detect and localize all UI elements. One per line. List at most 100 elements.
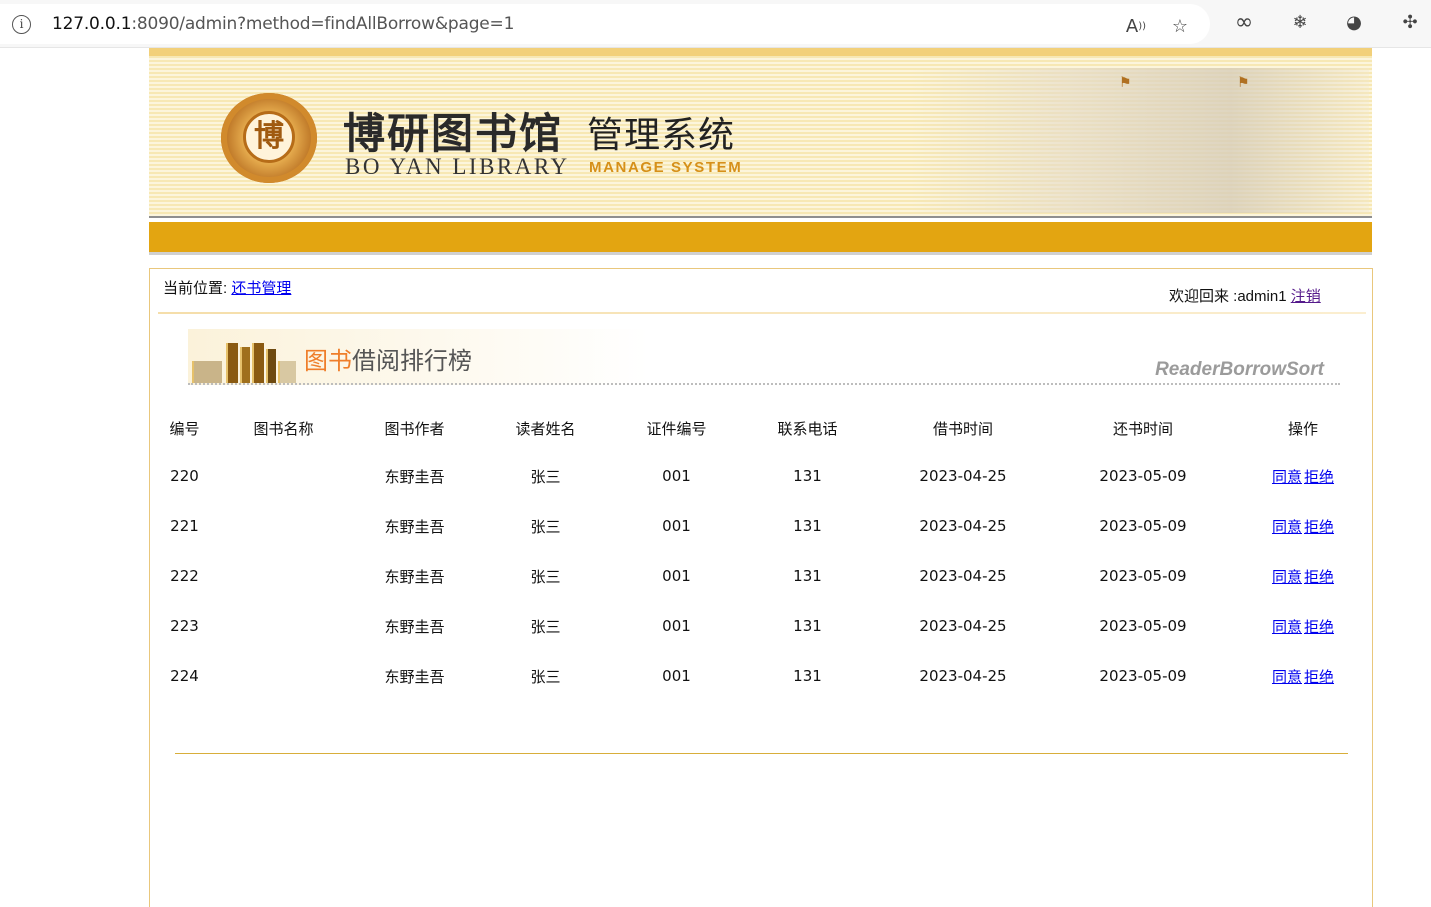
extension-2-icon[interactable]: ◕ <box>1342 11 1366 35</box>
reject-link[interactable]: 拒绝 <box>1304 668 1334 686</box>
cell-card: 001 <box>662 567 691 585</box>
main-content: 当前位置: 还书管理 欢迎回来 :admin1 注销 图书借阅排行榜 Reade… <box>149 268 1373 907</box>
table-row: 221 东野圭吾 张三 001 131 2023-04-25 2023-05-0… <box>158 501 1366 551</box>
cell-reader: 张三 <box>530 617 561 636</box>
agree-link[interactable]: 同意 <box>1272 618 1302 636</box>
info-icon[interactable]: i <box>12 15 31 34</box>
cell-phone: 131 <box>793 667 822 685</box>
extension-icon[interactable]: ❄ <box>1288 11 1312 35</box>
flag-icon: ⚑ <box>1119 74 1132 90</box>
cell-borrow-date: 2023-04-25 <box>919 467 1007 485</box>
cell-book <box>211 451 356 501</box>
breadcrumb-label: 当前位置: <box>163 280 228 297</box>
reject-link[interactable]: 拒绝 <box>1304 618 1334 636</box>
address-bar[interactable]: i 127.0.0.1:8090/admin?method=findAllBor… <box>0 4 1210 44</box>
reject-link[interactable]: 拒绝 <box>1304 568 1334 586</box>
agree-link[interactable]: 同意 <box>1272 668 1302 686</box>
puzzle-icon[interactable]: ✣ <box>1398 11 1422 35</box>
agree-link[interactable]: 同意 <box>1272 518 1302 536</box>
ranking-subtitle-en: ReaderBorrowSort <box>1155 359 1324 380</box>
library-building-image <box>909 68 1369 213</box>
column-header: 还书时间 <box>1112 419 1173 438</box>
cell-borrow-date: 2023-04-25 <box>919 517 1007 535</box>
favorite-add-icon[interactable]: ☆ <box>1168 15 1192 39</box>
url-host: 127.0.0.1 <box>52 14 132 34</box>
cell-borrow-date: 2023-04-25 <box>919 667 1007 685</box>
reject-link[interactable]: 拒绝 <box>1304 518 1334 536</box>
cell-author: 东野圭吾 <box>384 567 445 586</box>
cell-book <box>211 501 356 551</box>
books-icon <box>192 339 302 383</box>
agree-link[interactable]: 同意 <box>1272 568 1302 586</box>
breadcrumb-link-return-management[interactable]: 还书管理 <box>231 280 291 297</box>
cell-borrow-date: 2023-04-25 <box>919 567 1007 585</box>
cell-author: 东野圭吾 <box>384 517 445 536</box>
column-header: 编号 <box>169 419 200 438</box>
cell-return-date: 2023-05-09 <box>1099 467 1187 485</box>
infinity-icon[interactable]: ∞ <box>1232 11 1256 35</box>
page-container: ⚑ ⚑ 博 博研图书馆 管理系统 BO YAN LIBRARY MANAGE S… <box>149 48 1373 907</box>
library-seal-logo: 博 <box>221 93 317 183</box>
table-row: 224 东野圭吾 张三 001 131 2023-04-25 2023-05-0… <box>158 651 1366 701</box>
borrow-ranking-banner: 图书借阅排行榜 ReaderBorrowSort <box>188 329 1340 385</box>
cell-phone: 131 <box>793 567 822 585</box>
ranking-title: 图书借阅排行榜 <box>304 341 472 376</box>
reject-link[interactable]: 拒绝 <box>1304 468 1334 486</box>
column-header: 借书时间 <box>932 419 993 438</box>
cell-phone: 131 <box>793 517 822 535</box>
cell-reader: 张三 <box>530 567 561 586</box>
cell-author: 东野圭吾 <box>384 667 445 686</box>
nav-bar <box>149 222 1372 255</box>
cell-id: 223 <box>170 617 199 635</box>
table-header-row: 编号 图书名称 图书作者 读者姓名 证件编号 联系电话 借书时间 还书时间 操作 <box>158 405 1366 451</box>
url-path: :8090/admin?method=findAllBorrow&page=1 <box>131 14 515 34</box>
cell-return-date: 2023-05-09 <box>1099 517 1187 535</box>
cell-author: 东野圭吾 <box>384 617 445 636</box>
cell-phone: 131 <box>793 467 822 485</box>
ranking-title-rest: 借阅排行榜 <box>352 347 472 375</box>
cell-id: 220 <box>170 467 199 485</box>
flag-icon: ⚑ <box>1237 74 1250 90</box>
breadcrumb: 当前位置: 还书管理 <box>163 277 291 298</box>
cell-actions: 同意 拒绝 <box>1240 451 1366 501</box>
cell-id: 222 <box>170 567 199 585</box>
cell-book <box>211 651 356 701</box>
cell-borrow-date: 2023-04-25 <box>919 617 1007 635</box>
column-header: 证件编号 <box>646 419 707 438</box>
cell-id: 221 <box>170 517 199 535</box>
cell-card: 001 <box>662 667 691 685</box>
cell-return-date: 2023-05-09 <box>1099 667 1187 685</box>
browser-toolbar: i 127.0.0.1:8090/admin?method=findAllBor… <box>0 0 1431 48</box>
cell-card: 001 <box>662 617 691 635</box>
welcome-message: 欢迎回来 :admin1 注销 <box>1169 285 1321 306</box>
header-banner: ⚑ ⚑ 博 博研图书馆 管理系统 BO YAN LIBRARY MANAGE S… <box>149 48 1372 218</box>
banner-top-strip <box>149 48 1372 56</box>
cell-actions: 同意 拒绝 <box>1240 601 1366 651</box>
table-row: 223 东野圭吾 张三 001 131 2023-04-25 2023-05-0… <box>158 601 1366 651</box>
divider <box>158 312 1366 314</box>
cell-id: 224 <box>170 667 199 685</box>
url-text[interactable]: 127.0.0.1:8090/admin?method=findAllBorro… <box>52 14 514 34</box>
cell-return-date: 2023-05-09 <box>1099 617 1187 635</box>
read-aloud-icon[interactable]: A)) <box>1124 15 1148 39</box>
cell-actions: 同意 拒绝 <box>1240 501 1366 551</box>
welcome-text: 欢迎回来 :admin1 <box>1169 288 1287 305</box>
borrow-table: 编号 图书名称 图书作者 读者姓名 证件编号 联系电话 借书时间 还书时间 操作… <box>158 405 1366 701</box>
logo-subtitle-cn: 管理系统 <box>587 115 736 156</box>
table-row: 222 东野圭吾 张三 001 131 2023-04-25 2023-05-0… <box>158 551 1366 601</box>
cell-phone: 131 <box>793 617 822 635</box>
ranking-title-highlight: 图书 <box>304 347 352 375</box>
cell-book <box>211 601 356 651</box>
logout-link[interactable]: 注销 <box>1291 288 1321 305</box>
table-bottom-divider <box>175 753 1348 754</box>
column-header: 图书作者 <box>384 419 445 438</box>
cell-author: 东野圭吾 <box>384 467 445 486</box>
cell-card: 001 <box>662 467 691 485</box>
cell-reader: 张三 <box>530 467 561 486</box>
agree-link[interactable]: 同意 <box>1272 468 1302 486</box>
cell-book <box>211 551 356 601</box>
cell-reader: 张三 <box>530 667 561 686</box>
column-header: 联系电话 <box>777 419 838 438</box>
logo-title-cn: 博研图书馆 <box>343 109 564 158</box>
cell-actions: 同意 拒绝 <box>1240 651 1366 701</box>
